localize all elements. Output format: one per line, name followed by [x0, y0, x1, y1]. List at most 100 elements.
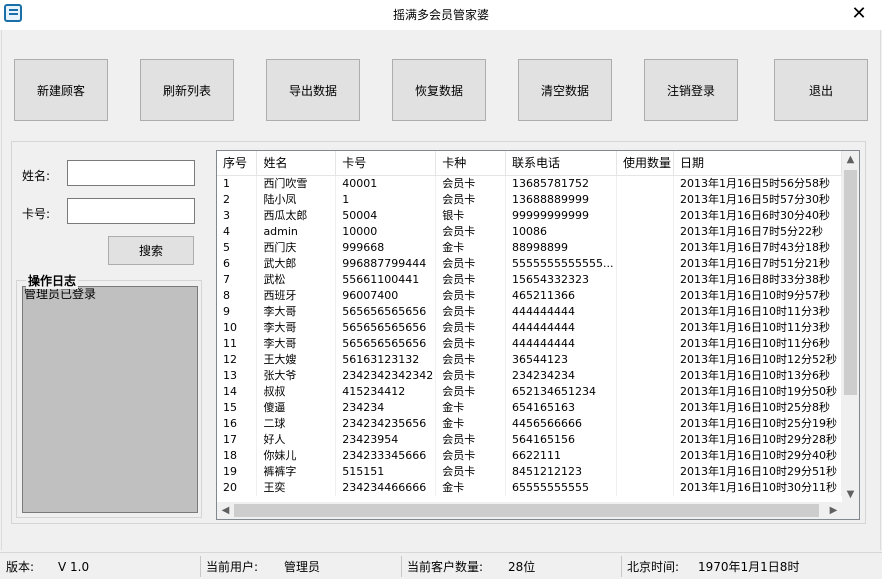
table-row[interactable]: 1 西门吹雪 40001 会员卡 13685781752 2013年1月16日5时56分5…: [217, 175, 842, 192]
column-header[interactable]: 联系电话: [505, 151, 617, 176]
table-cell: 56163123132: [335, 351, 437, 368]
table-cell: 会员卡: [435, 351, 507, 368]
table-cell: 会员卡: [435, 367, 507, 384]
table-cell: [616, 431, 674, 448]
card-input[interactable]: [67, 198, 195, 224]
title-bar: 摇满多会员管家婆 ✕: [0, 0, 882, 30]
table-cell: 张大爷: [256, 367, 337, 384]
column-header[interactable]: 序号: [217, 151, 258, 176]
table-row[interactable]: 8 西班牙 96007400 会员卡 465211366 2013年1月16日10时9分5…: [217, 287, 842, 304]
table-row[interactable]: 9 李大哥 565656565656 会员卡 444444444 2013年1月16日10…: [217, 303, 842, 320]
refresh-list-button[interactable]: 刷新列表: [140, 59, 234, 121]
table-row[interactable]: 15 傻逼 234234 金卡 654165163 2013年1月16日10时25分8秒: [217, 399, 842, 416]
exit-button[interactable]: 退出: [774, 59, 868, 121]
table-row[interactable]: 18 你妹儿 234233345666 会员卡 6622111 2013年1月16日10时…: [217, 447, 842, 464]
table-cell: 18: [217, 447, 258, 464]
horizontal-scrollbar[interactable]: ◀ ▶: [217, 502, 842, 519]
table-cell: 36544123: [505, 351, 617, 368]
scroll-down-icon[interactable]: ▼: [842, 486, 859, 503]
table-cell: 65555555555: [505, 479, 617, 496]
table-row[interactable]: 13 张大爷 2342342342342 会员卡 234234234 2013年1月16日…: [217, 367, 842, 384]
table-cell: 会员卡: [435, 447, 507, 464]
table-row[interactable]: 10 李大哥 565656565656 会员卡 444444444 2013年1月16日1…: [217, 319, 842, 336]
table-cell: [616, 367, 674, 384]
table-cell: 1: [335, 191, 437, 208]
table-cell: [616, 271, 674, 288]
table-cell: [616, 463, 674, 480]
table-cell: 2013年1月16日10时9分57秒: [673, 287, 842, 304]
new-customer-button[interactable]: 新建顾客: [14, 59, 108, 121]
close-button[interactable]: ✕: [836, 0, 882, 30]
table-cell: [616, 383, 674, 400]
search-button[interactable]: 搜索: [108, 236, 194, 265]
table-cell: 金卡: [435, 479, 507, 496]
table-cell: 5: [217, 239, 258, 256]
table-row[interactable]: 11 李大哥 565656565656 会员卡 444444444 2013年1月16日1…: [217, 335, 842, 352]
vertical-scrollbar[interactable]: ▲ ▼: [842, 151, 859, 503]
restore-data-button[interactable]: 恢复数据: [392, 59, 486, 121]
column-header[interactable]: 使用数量: [616, 151, 674, 176]
customer-count-label: 当前客户数量:: [407, 560, 484, 574]
table-row[interactable]: 12 王大嫂 56163123132 会员卡 36544123 2013年1月16日10时…: [217, 351, 842, 368]
table-cell: [616, 287, 674, 304]
log-textbox[interactable]: 管理员已登录: [22, 286, 198, 513]
table-cell: 20: [217, 479, 258, 496]
table-cell: 4: [217, 223, 258, 240]
status-divider: [401, 556, 402, 577]
table-row[interactable]: 7 武松 55661100441 会员卡 15654332323 2013年1月16日8时…: [217, 271, 842, 288]
table-cell: 会员卡: [435, 191, 507, 208]
table-row[interactable]: 16 二球 234234235656 金卡 4456566666 2013年1月16日10…: [217, 415, 842, 432]
scroll-left-icon[interactable]: ◀: [217, 502, 234, 519]
table-cell: 金卡: [435, 415, 507, 432]
horizontal-scroll-thumb[interactable]: [234, 504, 819, 517]
customer-list[interactable]: 序号 姓名 卡号 卡种 联系电话 使用数量 日期 1 西门吹雪 40001 会员卡 13…: [216, 150, 860, 520]
table-cell: [616, 335, 674, 352]
column-header[interactable]: 卡种: [435, 151, 507, 176]
table-cell: 2013年1月16日10时11分3秒: [673, 303, 842, 320]
column-header[interactable]: 日期: [673, 151, 842, 176]
table-cell: 2013年1月16日10时19分50秒: [673, 383, 842, 400]
scrollbar-corner: [842, 502, 859, 519]
vertical-scroll-thumb[interactable]: [844, 170, 857, 395]
table-row[interactable]: 3 西瓜太郎 50004 银卡 99999999999 2013年1月16日6时30分40…: [217, 207, 842, 224]
table-cell: 陆小凤: [256, 191, 337, 208]
scroll-right-icon[interactable]: ▶: [825, 502, 842, 519]
table-cell: 2013年1月16日7时51分21秒: [673, 255, 842, 272]
table-cell: 999668: [335, 239, 437, 256]
table-cell: 12: [217, 351, 258, 368]
table-row[interactable]: 20 王奕 234234466666 金卡 65555555555 2013年1月16日1…: [217, 479, 842, 496]
table-row[interactable]: 17 好人 23423954 会员卡 564165156 2013年1月16日10时29分…: [217, 431, 842, 448]
table-cell: 55661100441: [335, 271, 437, 288]
table-cell: 16: [217, 415, 258, 432]
card-label: 卡号:: [22, 207, 51, 221]
customer-count-value: 28位: [508, 560, 536, 574]
table-cell: [616, 175, 674, 192]
column-header[interactable]: 姓名: [256, 151, 337, 176]
table-cell: 565656565656: [335, 319, 437, 336]
logout-button[interactable]: 注销登录: [644, 59, 738, 121]
status-divider: [200, 556, 201, 577]
table-cell: 5555555555555...: [505, 255, 617, 272]
clear-data-button[interactable]: 清空数据: [518, 59, 612, 121]
table-cell: 会员卡: [435, 223, 507, 240]
scroll-up-icon[interactable]: ▲: [842, 151, 859, 168]
table-cell: 8: [217, 287, 258, 304]
table-cell: 2013年1月16日10时30分11秒: [673, 479, 842, 496]
table-cell: admin: [256, 223, 337, 240]
table-cell: 好人: [256, 431, 337, 448]
table-row[interactable]: 2 陆小凤 1 会员卡 13688889999 2013年1月16日5时57分30秒: [217, 191, 842, 208]
table-cell: 234234234: [505, 367, 617, 384]
table-row[interactable]: 6 武大郎 996887799444 会员卡 5555555555555... 2013年…: [217, 255, 842, 272]
table-row[interactable]: 14 叔叔 415234412 会员卡 652134651234 2013年1月16日10…: [217, 383, 842, 400]
column-header[interactable]: 卡号: [335, 151, 437, 176]
table-row[interactable]: 4 admin 10000 会员卡 10086 2013年1月16日7时5分22秒: [217, 223, 842, 240]
table-cell: 234234: [335, 399, 437, 416]
table-row[interactable]: 19 裤裤字 515151 会员卡 8451212123 2013年1月16日10时29分…: [217, 463, 842, 480]
table-cell: 15: [217, 399, 258, 416]
table-cell: 13685781752: [505, 175, 617, 192]
table-cell: 14: [217, 383, 258, 400]
export-data-button[interactable]: 导出数据: [266, 59, 360, 121]
table-row[interactable]: 5 西门庆 999668 金卡 88998899 2013年1月16日7时43分18秒: [217, 239, 842, 256]
table-cell: 会员卡: [435, 287, 507, 304]
name-input[interactable]: [67, 160, 195, 186]
